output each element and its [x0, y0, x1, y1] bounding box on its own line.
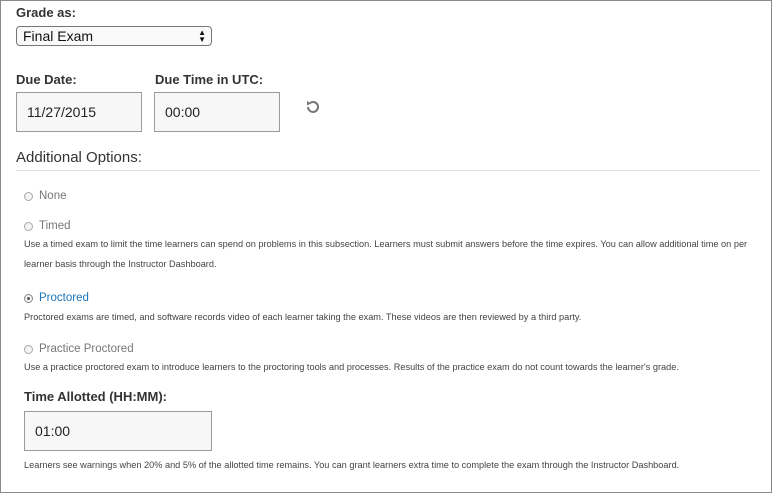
reset-icon[interactable]	[304, 98, 322, 116]
radio-practice-proctored[interactable]	[24, 344, 33, 354]
additional-options-title: Additional Options:	[16, 149, 142, 166]
option-timed-description: Use a timed exam to limit the time learn…	[24, 239, 748, 269]
time-allotted-note: Learners see warnings when 20% and 5% of…	[24, 460, 680, 470]
due-date-input[interactable]: 11/27/2015	[16, 92, 142, 132]
section-divider	[16, 170, 760, 171]
option-timed-label: Timed	[39, 220, 71, 232]
radio-proctored[interactable]	[24, 293, 33, 303]
time-allotted-label: Time Allotted (HH:MM):	[24, 389, 167, 404]
due-date-label: Due Date:	[16, 72, 77, 87]
option-none[interactable]: None	[24, 190, 67, 202]
grade-as-selected-value: Final Exam	[23, 28, 94, 44]
due-time-label: Due Time in UTC:	[155, 72, 264, 87]
due-time-input[interactable]: 00:00	[154, 92, 280, 132]
option-none-label: None	[39, 190, 67, 202]
option-practice-proctored-label: Practice Proctored	[39, 343, 134, 355]
option-proctored-label: Proctored	[39, 292, 89, 304]
select-arrows-icon: ▲ ▼	[198, 28, 206, 44]
grade-as-select[interactable]: Final Exam ▲ ▼	[16, 26, 212, 46]
option-practice-proctored[interactable]: Practice Proctored	[24, 343, 134, 355]
grade-as-label: Grade as:	[16, 5, 76, 20]
option-proctored[interactable]: Proctored	[24, 292, 89, 304]
option-timed[interactable]: Timed	[24, 220, 71, 232]
time-allotted-input[interactable]: 01:00	[24, 411, 212, 451]
option-practice-proctored-description: Use a practice proctored exam to introdu…	[24, 362, 679, 372]
radio-none[interactable]	[24, 191, 33, 201]
option-proctored-description: Proctored exams are timed, and software …	[24, 312, 582, 322]
radio-timed[interactable]	[24, 221, 33, 231]
